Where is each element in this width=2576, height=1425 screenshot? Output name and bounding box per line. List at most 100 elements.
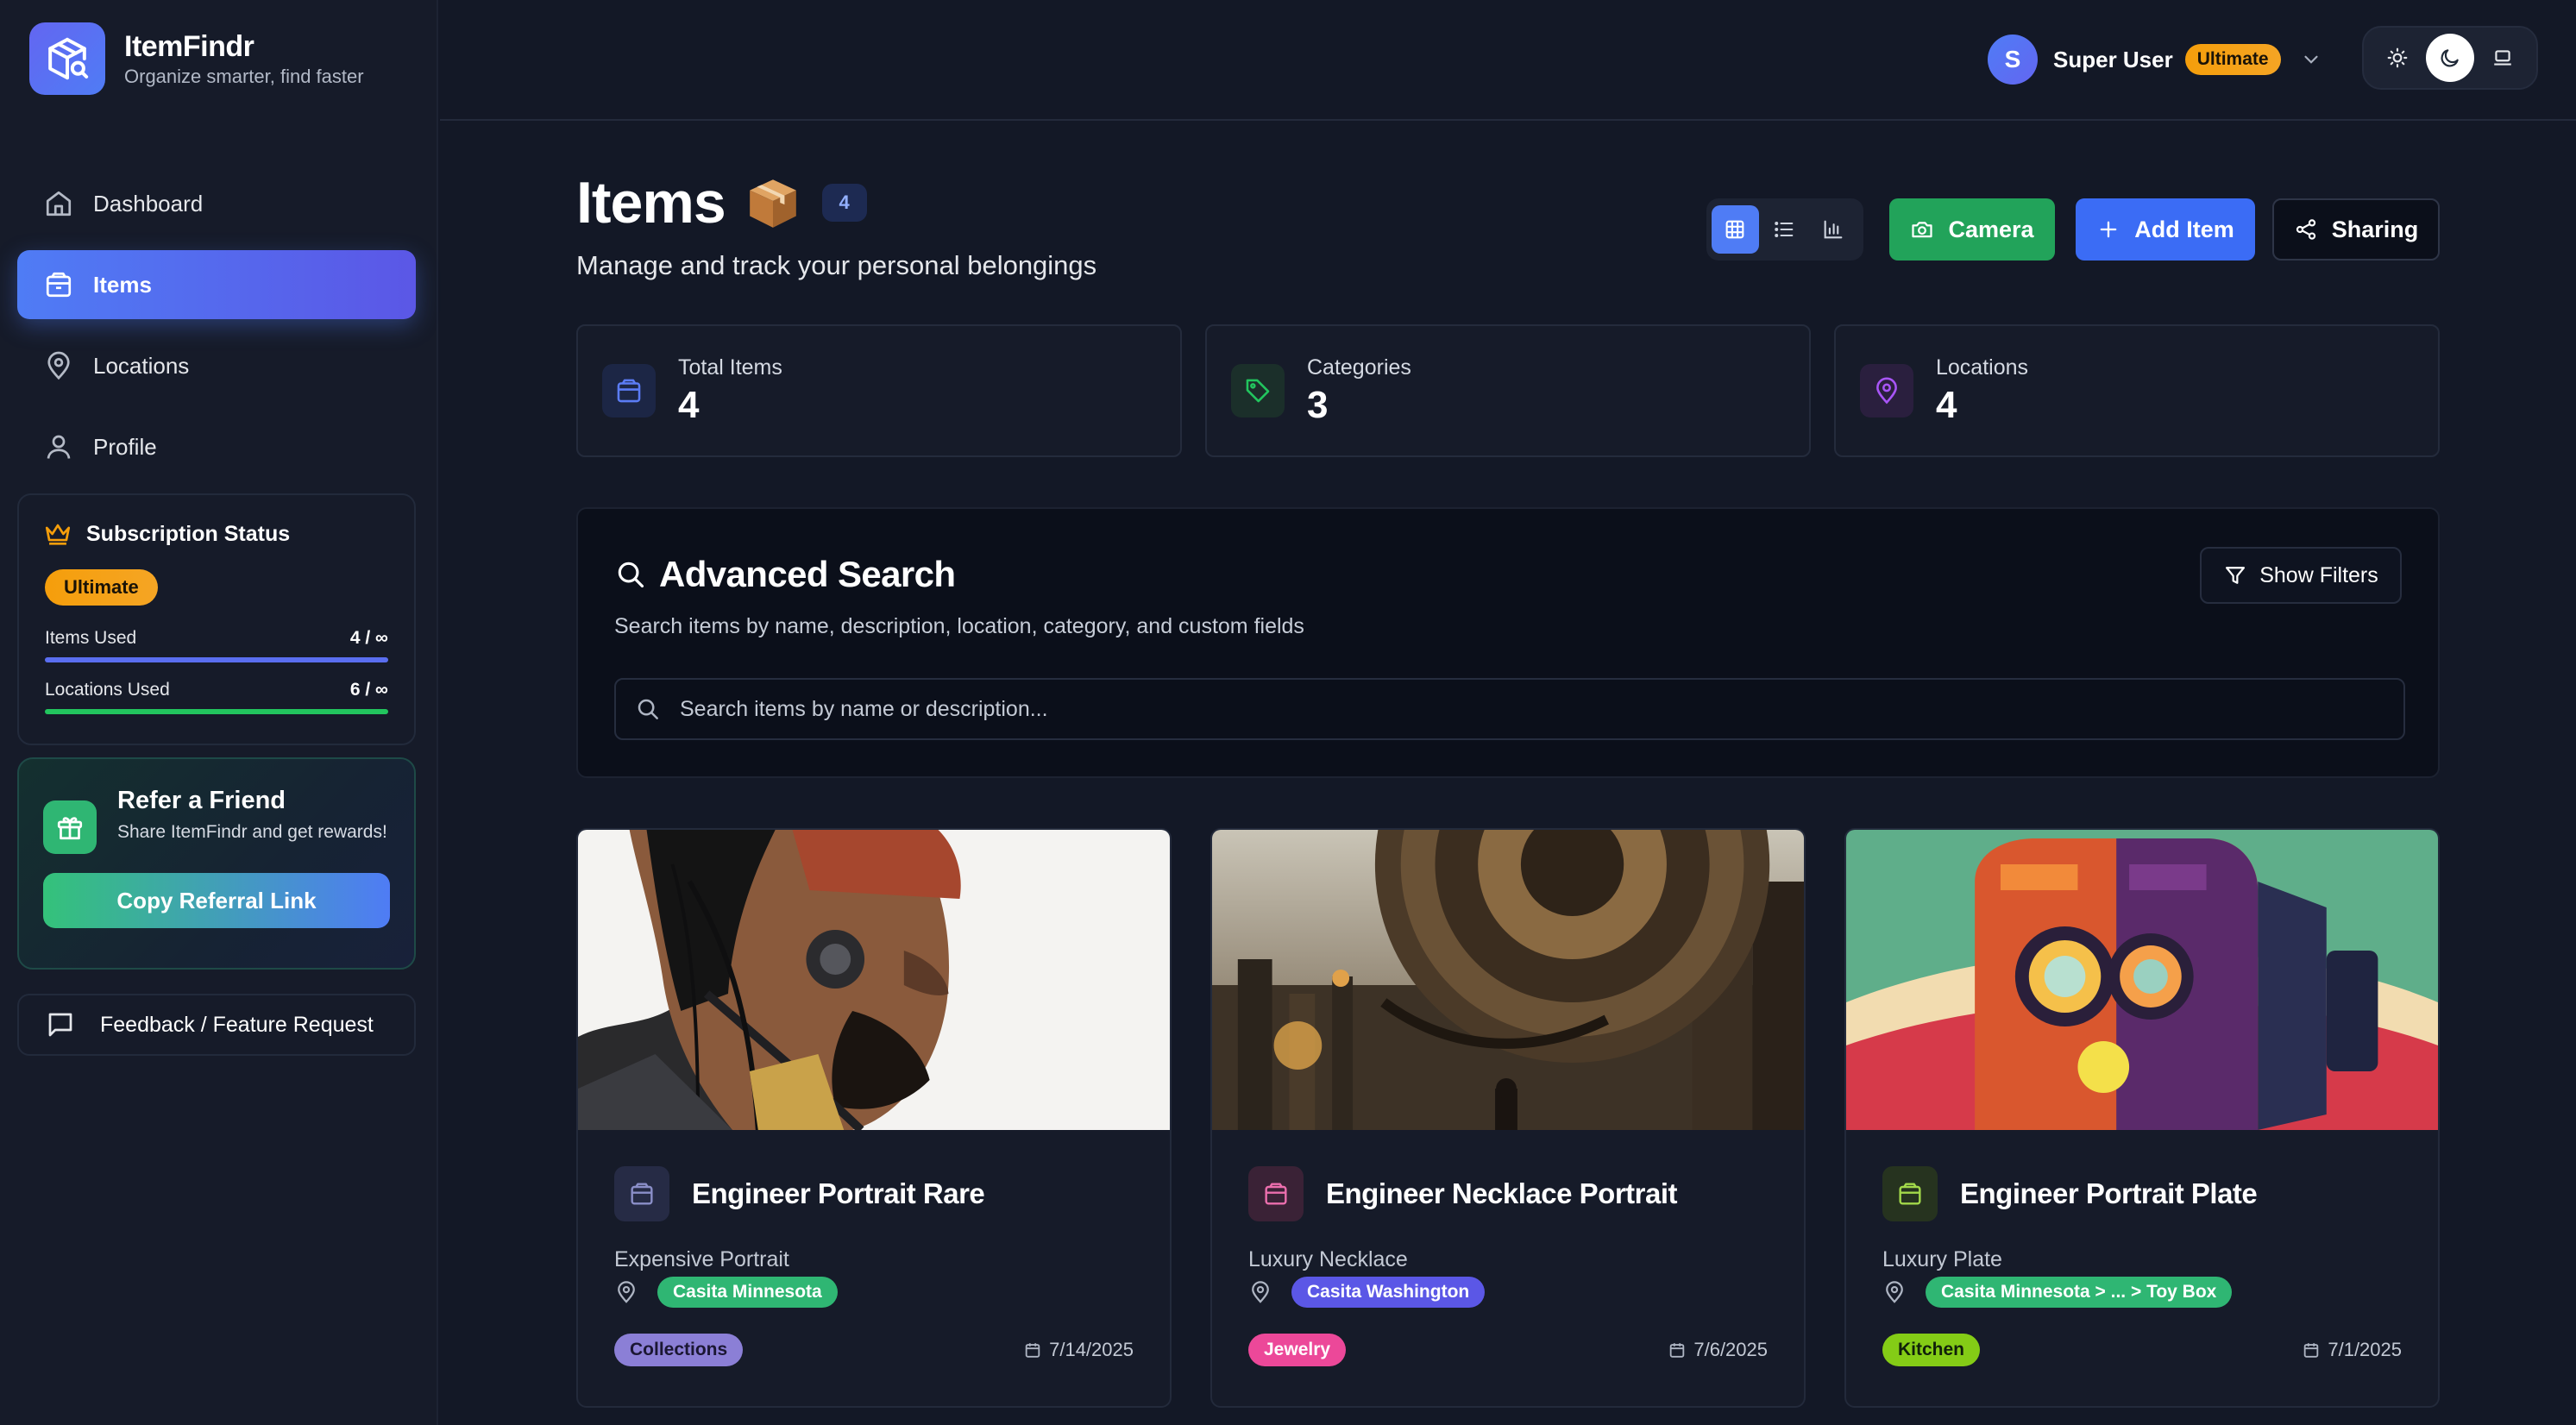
nav-label-items: Items xyxy=(93,271,152,298)
package-icon xyxy=(43,269,74,300)
logo-box-search-icon xyxy=(29,22,105,95)
brand[interactable]: ItemFindr Organize smarter, find faster xyxy=(29,22,364,95)
locations-used-label: Locations Used xyxy=(45,680,170,700)
item-photo[interactable] xyxy=(1212,830,1804,1130)
package-icon xyxy=(614,1166,669,1221)
plus-icon xyxy=(2100,221,2117,238)
stat-label: Locations xyxy=(1936,355,2029,380)
camera-label: Camera xyxy=(1948,216,2034,242)
camera-icon xyxy=(1912,222,1933,238)
moon-icon xyxy=(2441,49,2459,67)
avatar: S xyxy=(1988,35,2038,85)
share-icon xyxy=(2296,219,2315,240)
user-tier-badge: Ultimate xyxy=(2184,44,2281,75)
add-item-button[interactable]: Add Item xyxy=(2076,198,2255,261)
item-title[interactable]: Engineer Necklace Portrait xyxy=(1326,1177,1678,1210)
gift-icon xyxy=(43,800,97,854)
calendar-icon xyxy=(1025,1343,1040,1358)
stat-card-total-items: Total Items 4 xyxy=(576,324,1182,457)
nav-item-profile[interactable]: Profile xyxy=(17,412,416,481)
map-pin-icon xyxy=(618,1281,635,1303)
stat-card-categories: Categories 3 xyxy=(1205,324,1811,457)
subscription-tier-badge: Ultimate xyxy=(45,569,158,606)
item-title[interactable]: Engineer Portrait Plate xyxy=(1960,1177,2258,1210)
sun-icon xyxy=(2387,47,2408,68)
map-pin-icon xyxy=(1860,364,1913,417)
app-name: ItemFindr xyxy=(124,29,254,63)
item-photo[interactable] xyxy=(1846,830,2438,1130)
page-subtitle: Manage and track your personal belonging… xyxy=(576,250,1097,280)
home-icon xyxy=(43,188,74,219)
view-mode-toggle xyxy=(1706,198,1863,261)
items-usage-bar xyxy=(45,657,388,662)
location-badge[interactable]: Casita Washington xyxy=(1291,1277,1486,1308)
chevron-down-icon xyxy=(2300,48,2322,71)
grid-icon xyxy=(1725,220,1744,239)
stat-label: Total Items xyxy=(678,355,782,380)
theme-switch xyxy=(2362,26,2538,90)
system-theme-button[interactable] xyxy=(2479,34,2527,82)
item-card[interactable]: Engineer Portrait Plate Luxury Plate Cas… xyxy=(1844,828,2440,1408)
item-card[interactable]: Engineer Necklace Portrait Luxury Neckla… xyxy=(1210,828,1806,1408)
nav-label-profile: Profile xyxy=(93,433,157,460)
locations-usage-bar xyxy=(45,709,388,714)
chart-view-button[interactable] xyxy=(1809,205,1857,254)
location-badge[interactable]: Casita Minnesota xyxy=(657,1277,838,1308)
locations-used-value: 6 / ∞ xyxy=(349,680,388,700)
filter-icon xyxy=(2226,567,2246,584)
category-badge[interactable]: Jewelry xyxy=(1248,1334,1347,1366)
nav-item-locations[interactable]: Locations xyxy=(17,331,416,400)
nav-item-dashboard[interactable]: Dashboard xyxy=(17,169,416,238)
add-item-label: Add Item xyxy=(2134,216,2234,242)
package-icon xyxy=(1248,1166,1304,1221)
tag-icon xyxy=(1231,364,1285,417)
dark-theme-button[interactable] xyxy=(2425,34,2474,82)
item-card[interactable]: Engineer Portrait Rare Expensive Portrai… xyxy=(576,828,1172,1408)
nav-label-locations: Locations xyxy=(93,352,190,379)
feedback-button[interactable]: Feedback / Feature Request xyxy=(17,994,416,1056)
user-menu[interactable]: S Super User Ultimate xyxy=(1988,35,2322,85)
user-icon xyxy=(43,431,74,462)
search-icon xyxy=(618,562,644,588)
referral-subtitle: Share ItemFindr and get rewards! xyxy=(117,822,387,842)
category-badge[interactable]: Collections xyxy=(614,1334,744,1366)
nav-item-items[interactable]: Items xyxy=(17,250,416,319)
sidebar: ItemFindr Organize smarter, find faster … xyxy=(0,0,438,1425)
item-photo[interactable] xyxy=(578,830,1170,1130)
calendar-icon xyxy=(2304,1343,2319,1358)
item-description: Luxury Necklace xyxy=(1248,1247,1408,1271)
search-title: Advanced Search xyxy=(659,554,956,594)
feedback-label: Feedback / Feature Request xyxy=(100,1012,374,1037)
page-title: Items xyxy=(576,170,726,235)
camera-button[interactable]: Camera xyxy=(1889,198,2055,261)
stat-value: 4 xyxy=(678,383,700,426)
search-icon xyxy=(638,699,658,719)
item-description: Expensive Portrait xyxy=(614,1247,789,1271)
sharing-button[interactable]: Sharing xyxy=(2272,198,2440,261)
user-name: Super User xyxy=(2053,46,2173,72)
light-theme-button[interactable] xyxy=(2373,34,2422,82)
show-filters-button[interactable]: Show Filters xyxy=(2200,547,2402,604)
items-used-label: Items Used xyxy=(45,628,137,648)
package-emoji-icon xyxy=(745,174,801,231)
item-title[interactable]: Engineer Portrait Rare xyxy=(692,1177,985,1210)
item-date: 7/1/2025 xyxy=(2328,1339,2402,1360)
category-badge[interactable]: Kitchen xyxy=(1882,1334,1981,1366)
map-pin-icon xyxy=(43,350,74,381)
topbar: S Super User Ultimate xyxy=(440,0,2576,121)
grid-view-button[interactable] xyxy=(1712,205,1759,254)
subscription-card: Subscription Status Ultimate Items Used … xyxy=(17,493,416,745)
stat-card-locations: Locations 4 xyxy=(1834,324,2440,457)
item-description: Luxury Plate xyxy=(1882,1247,2002,1271)
stat-label: Categories xyxy=(1307,355,1411,380)
location-badge[interactable]: Casita Minnesota > ... > Toy Box xyxy=(1926,1277,2233,1308)
map-pin-icon xyxy=(1886,1281,1903,1303)
search-field[interactable] xyxy=(614,678,2405,740)
copy-referral-link-button[interactable]: Copy Referral Link xyxy=(43,873,390,928)
items-used-value: 4 / ∞ xyxy=(349,628,388,648)
list-view-button[interactable] xyxy=(1761,205,1808,254)
stat-value: 3 xyxy=(1307,383,1329,426)
sharing-label: Sharing xyxy=(2331,216,2419,242)
search-input[interactable] xyxy=(680,696,2319,722)
main-nav: Dashboard Items Locations Profile xyxy=(17,169,416,493)
